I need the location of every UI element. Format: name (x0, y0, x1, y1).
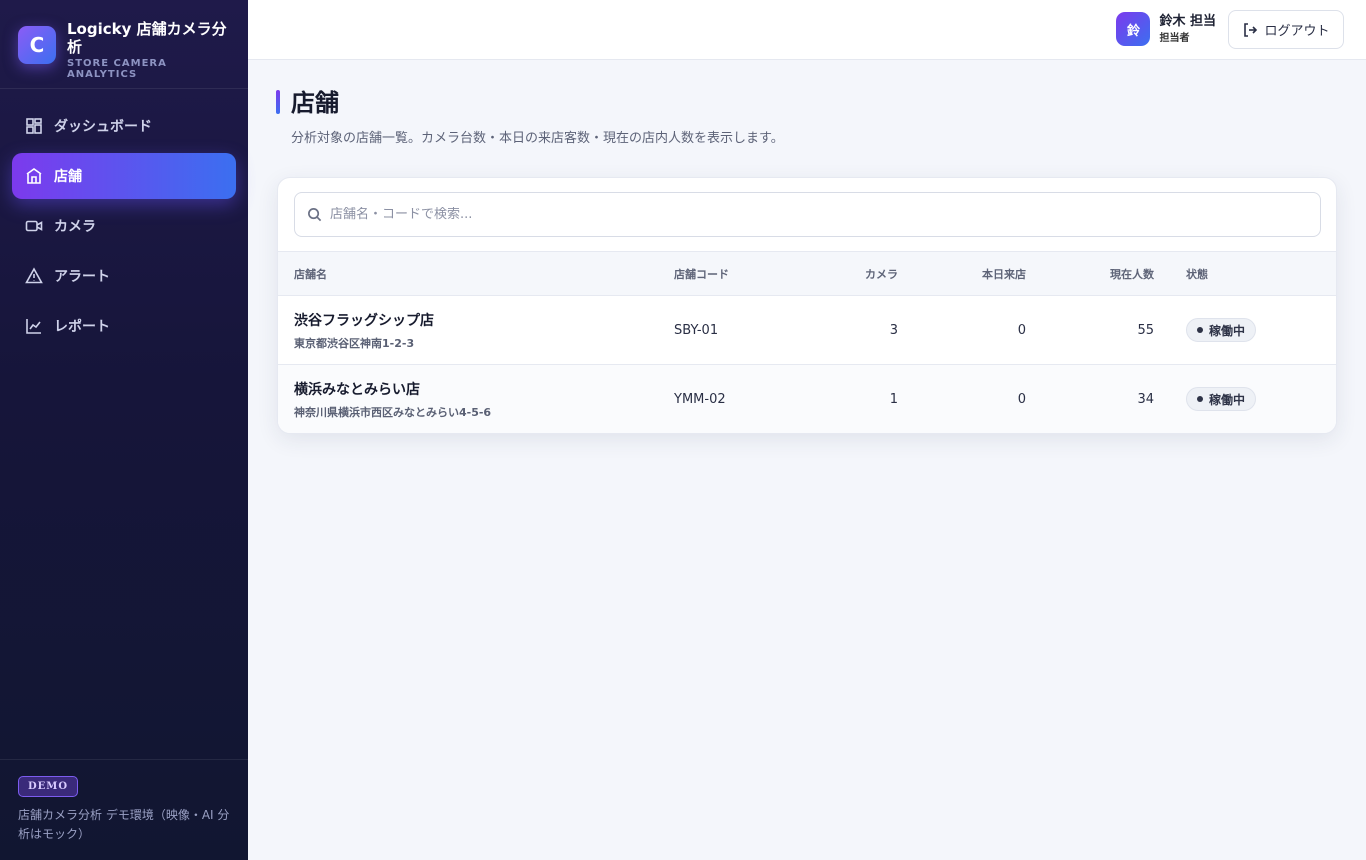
sidebar-item-reports[interactable]: レポート (12, 303, 236, 349)
stores-table: 店舗名 店舗コード カメラ 本日来店 現在人数 状態 渋谷フラッグシップ店 東京… (278, 251, 1336, 434)
report-icon (25, 317, 43, 335)
brand-subtitle: STORE CAMERA ANALYTICS (67, 58, 167, 80)
sidebar-item-label: ダッシュボード (54, 119, 152, 135)
dashboard-icon (25, 117, 43, 135)
camera-icon (25, 217, 43, 235)
brand-logo: C (18, 26, 56, 64)
status-dot (1197, 396, 1203, 403)
column-header-cameras[interactable]: カメラ (814, 252, 898, 296)
sidebar-item-label: カメラ (54, 219, 96, 235)
cell-status: 稼働中 (1154, 296, 1336, 365)
logout-label: ログアウト (1264, 24, 1330, 39)
user-text: 鈴木 担当 担当者 (1159, 14, 1216, 44)
brand-text: Logicky 店舗カメラ分析 STORE CAMERA ANALYTICS (67, 20, 230, 80)
cell-store-code: SBY-01 (674, 322, 719, 338)
cell-store: 横浜みなとみらい店 神奈川県横浜市西区みなとみらい4-5-6 (278, 365, 674, 434)
status-label: 稼働中 (1209, 392, 1246, 407)
table-row[interactable]: 渋谷フラッグシップ店 東京都渋谷区神南1-2-3 SBY-01 3 0 55 稼… (278, 296, 1336, 365)
stores-card: 店舗名 店舗コード カメラ 本日来店 現在人数 状態 渋谷フラッグシップ店 東京… (277, 177, 1337, 434)
cell-store: 渋谷フラッグシップ店 東京都渋谷区神南1-2-3 (278, 296, 674, 365)
column-header-store-code[interactable]: 店舗コード (674, 252, 814, 296)
sidebar-item-stores[interactable]: 店舗 (12, 153, 236, 199)
cell-current-count: 55 (1137, 322, 1154, 338)
cell-cameras: 1 (889, 391, 898, 407)
top-header: 鈴 鈴木 担当 担当者 ログアウト (248, 0, 1366, 60)
cell-visitors-today: 0 (1017, 322, 1026, 338)
avatar: 鈴 (1116, 12, 1151, 46)
logout-icon (1244, 22, 1258, 37)
brand-title: Logicky 店舗カメラ分析 (67, 20, 227, 56)
page-title: 店舗 (291, 89, 339, 117)
table-body: 渋谷フラッグシップ店 東京都渋谷区神南1-2-3 SBY-01 3 0 55 稼… (278, 296, 1336, 434)
sidebar-item-cameras[interactable]: カメラ (12, 203, 236, 249)
store-name[interactable]: 渋谷フラッグシップ店 (294, 310, 674, 330)
cell-cameras: 3 (889, 322, 898, 338)
table-row[interactable]: 横浜みなとみらい店 神奈川県横浜市西区みなとみらい4-5-6 YMM-02 1 … (278, 364, 1336, 434)
logout-button[interactable]: ログアウト (1228, 10, 1344, 49)
page-description: 分析対象の店舗一覧。カメラ台数・本日の来店客数・現在の店内人数を表示します。 (291, 131, 784, 146)
page-header: 店舗 (276, 89, 339, 117)
column-header-store-name[interactable]: 店舗名 (278, 252, 674, 296)
search-box (294, 192, 1321, 237)
user-info: 鈴 鈴木 担当 担当者 (1116, 12, 1216, 46)
cell-store-code: YMM-02 (674, 391, 726, 407)
alert-icon (25, 267, 43, 285)
column-header-visitors-today[interactable]: 本日来店 (898, 252, 1026, 296)
status-badge: 稼働中 (1186, 387, 1257, 412)
sidebar-item-label: レポート (54, 319, 110, 335)
sidebar-item-label: 店舗 (54, 169, 82, 185)
search-icon (308, 208, 322, 222)
store-address: 東京都渋谷区神南1-2-3 (294, 336, 415, 350)
demo-badge: DEMO (18, 776, 79, 797)
user-role: 担当者 (1159, 33, 1190, 44)
status-badge: 稼働中 (1186, 318, 1257, 342)
status-dot (1197, 327, 1203, 333)
store-address: 神奈川県横浜市西区みなとみらい4-5-6 (294, 405, 492, 419)
column-header-status[interactable]: 状態 (1154, 252, 1336, 296)
store-name[interactable]: 横浜みなとみらい店 (294, 379, 674, 399)
user-name: 鈴木 担当 (1159, 14, 1216, 29)
search-input[interactable] (330, 207, 1290, 222)
cell-current-count: 34 (1137, 391, 1154, 407)
column-header-current-count[interactable]: 現在人数 (1026, 252, 1154, 296)
cell-visitors-today: 0 (1017, 391, 1026, 407)
sidebar-item-label: アラート (54, 269, 110, 285)
sidebar-footer: DEMO 店舗カメラ分析 デモ環境（映像・AI 分析はモック） (0, 759, 248, 860)
table-header-row: 店舗名 店舗コード カメラ 本日来店 現在人数 状態 (278, 251, 1336, 296)
sidebar-nav: ダッシュボード 店舗 カメラ アラート レポート (0, 89, 248, 349)
table-header: 店舗名 店舗コード カメラ 本日来店 現在人数 状態 (278, 251, 1336, 296)
store-icon (25, 167, 43, 185)
cell-status: 稼働中 (1154, 365, 1336, 434)
title-accent-bar (276, 90, 280, 114)
sidebar: C Logicky 店舗カメラ分析 STORE CAMERA ANALYTICS… (0, 0, 248, 860)
status-label: 稼働中 (1209, 323, 1246, 338)
brand: C Logicky 店舗カメラ分析 STORE CAMERA ANALYTICS (0, 0, 248, 89)
sidebar-item-dashboard[interactable]: ダッシュボード (12, 103, 236, 149)
footer-text: 店舗カメラ分析 デモ環境（映像・AI 分析はモック） (18, 808, 230, 841)
sidebar-item-alerts[interactable]: アラート (12, 253, 236, 299)
